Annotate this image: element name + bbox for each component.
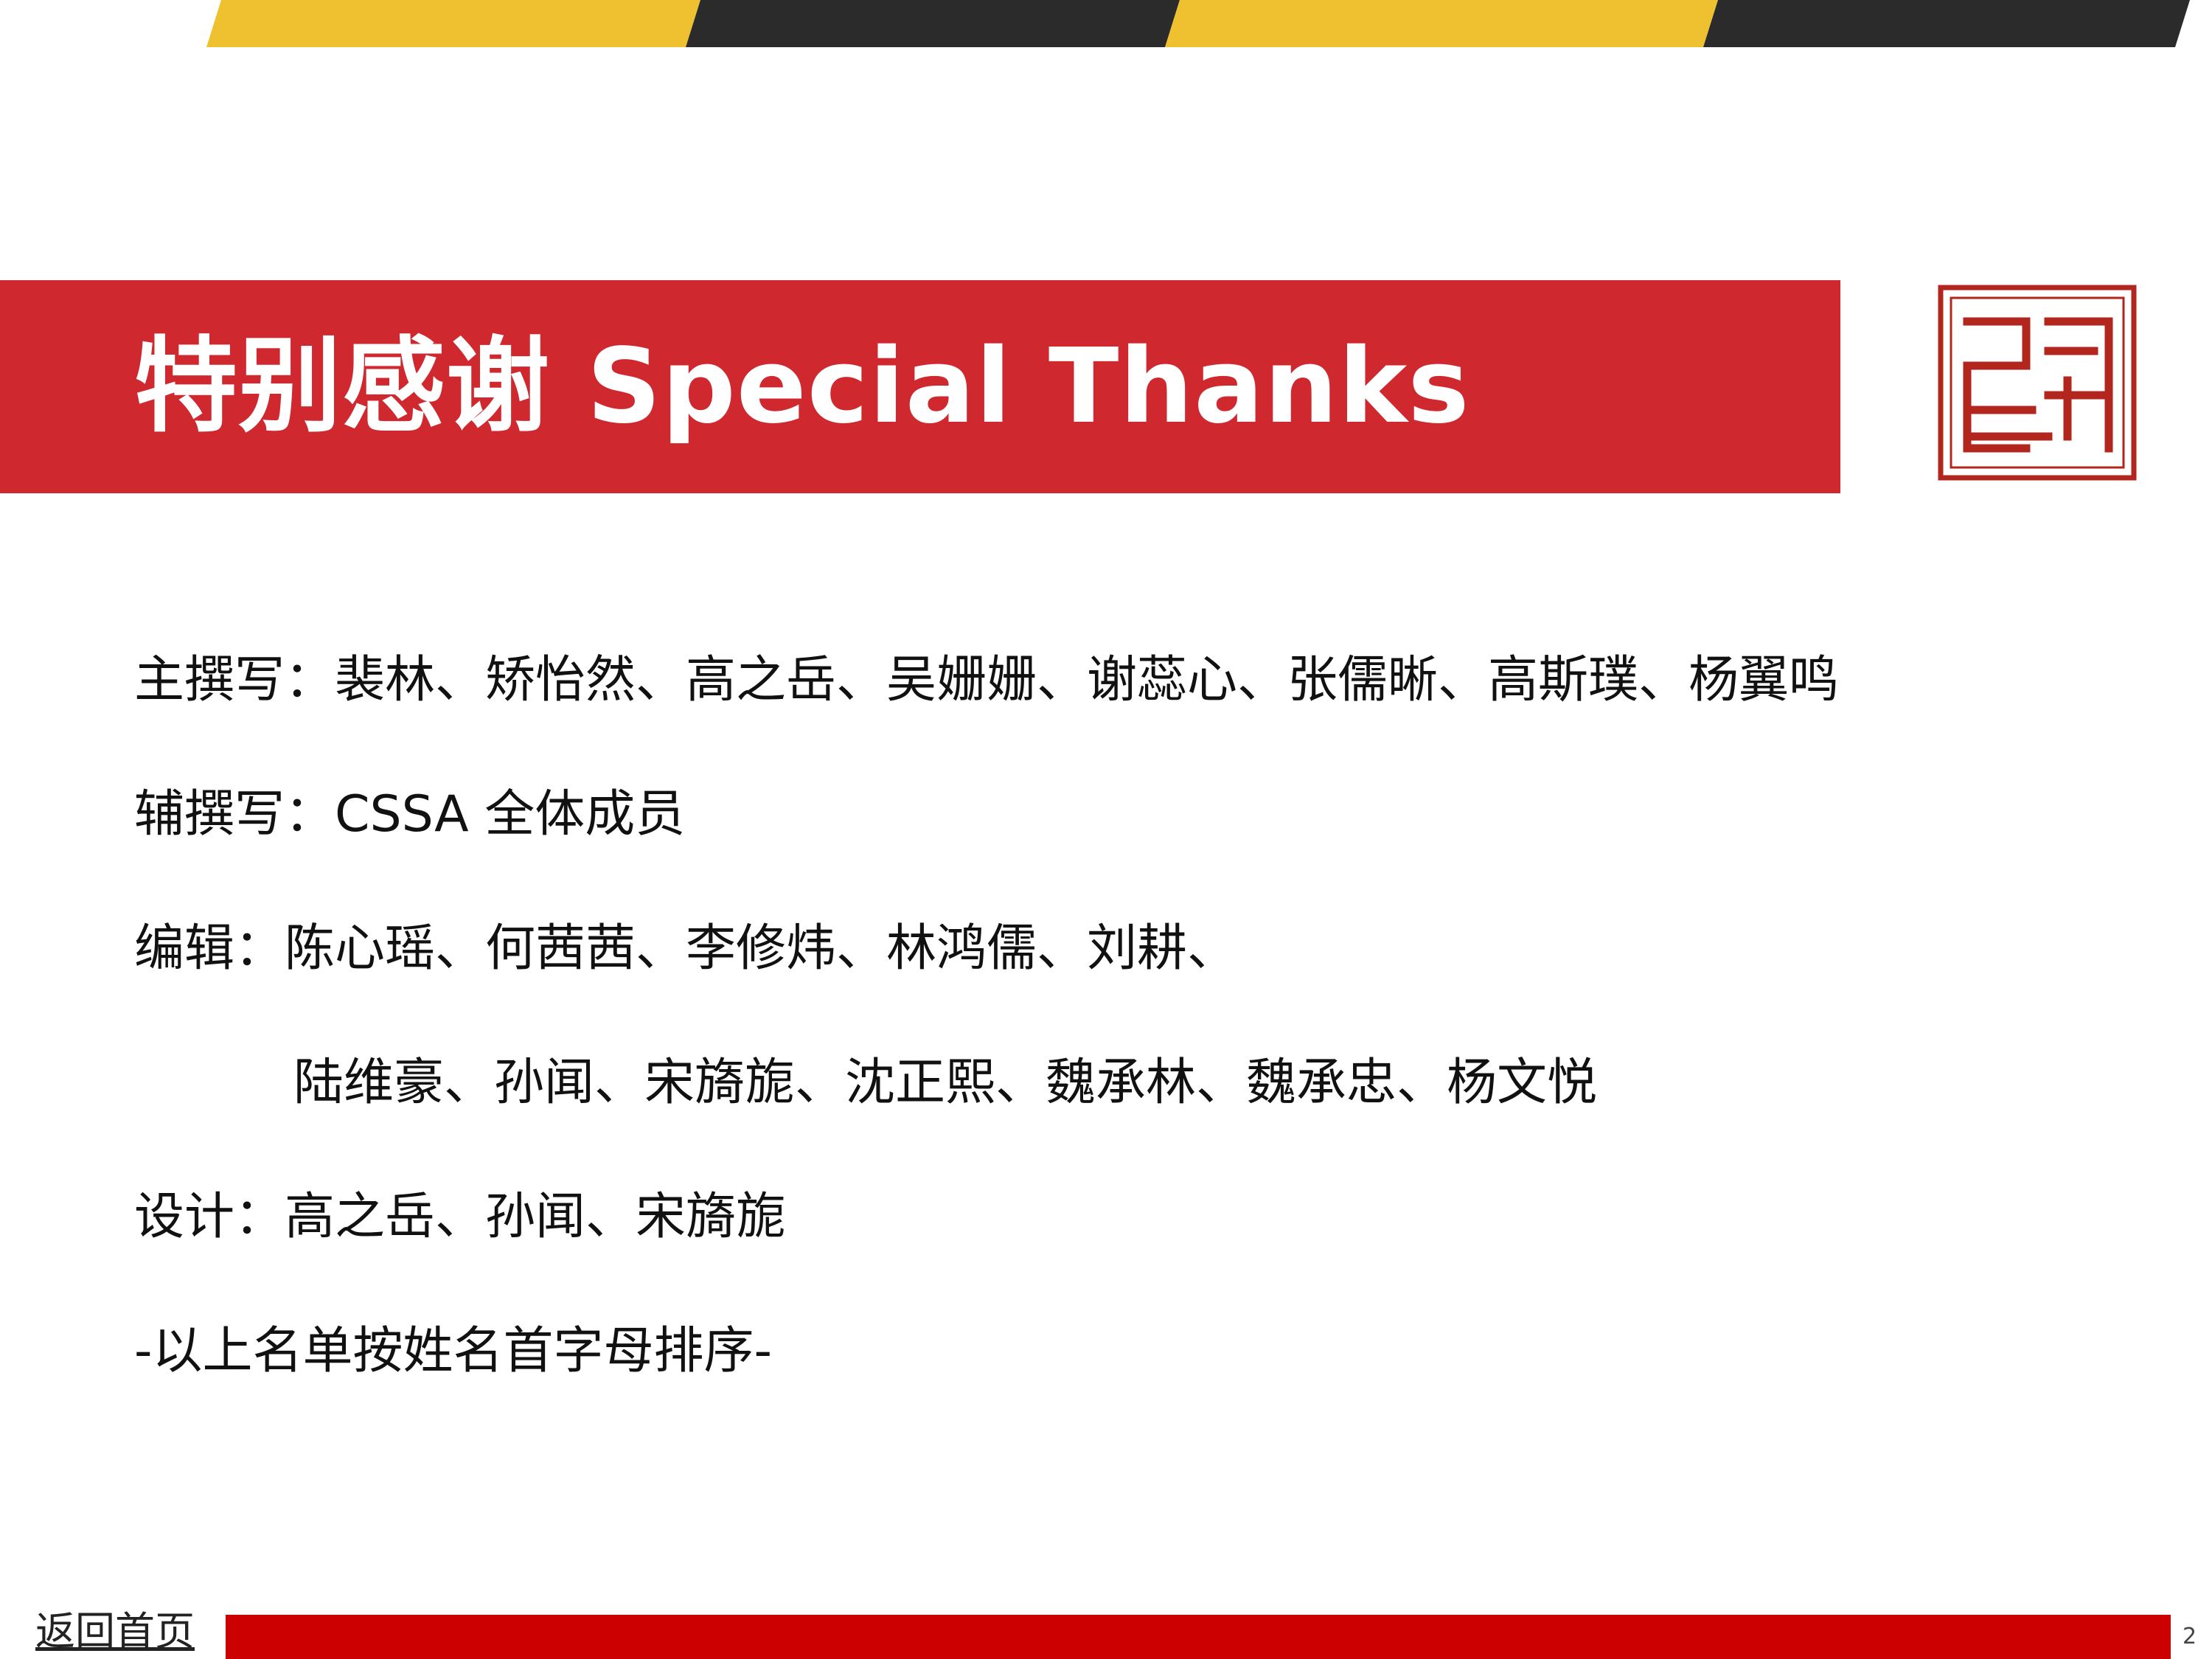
editors-line-2: 陆维豪、孙闻、宋旖旎、沈正熙、魏承林、魏承忠、杨文悦 xyxy=(293,1054,1598,1112)
page-title: 特别感谢 Special Thanks xyxy=(134,327,1470,447)
stripe-dark-2 xyxy=(1703,0,2190,47)
top-stripe-band xyxy=(206,0,2190,47)
footer-bar xyxy=(226,1615,2171,1659)
main-writers-line: 主撰写：裴林、矫怡然、高之岳、吴姗姗、谢蕊心、张儒晰、高斯璞、杨翼鸣 xyxy=(134,651,1840,709)
editors-line-1: 编辑：陈心瑶、何茜茜、李修炜、林鸿儒、刘耕、 xyxy=(134,919,1238,978)
stripe-dark-1 xyxy=(686,0,1180,47)
seal-logo-icon xyxy=(1938,285,2137,481)
design-line: 设计：高之岳、孙闻、宋旖旎 xyxy=(134,1188,787,1246)
stripe-yellow-2 xyxy=(1165,0,1718,47)
sorting-note: -以上名单按姓名首字母排序- xyxy=(134,1322,773,1380)
assistant-writers-line: 辅撰写：CSSA 全体成员 xyxy=(134,785,686,844)
home-link[interactable]: 返回首页 xyxy=(35,1607,195,1656)
page-number: 2 xyxy=(2183,1624,2197,1649)
stripe-yellow-1 xyxy=(206,0,700,47)
